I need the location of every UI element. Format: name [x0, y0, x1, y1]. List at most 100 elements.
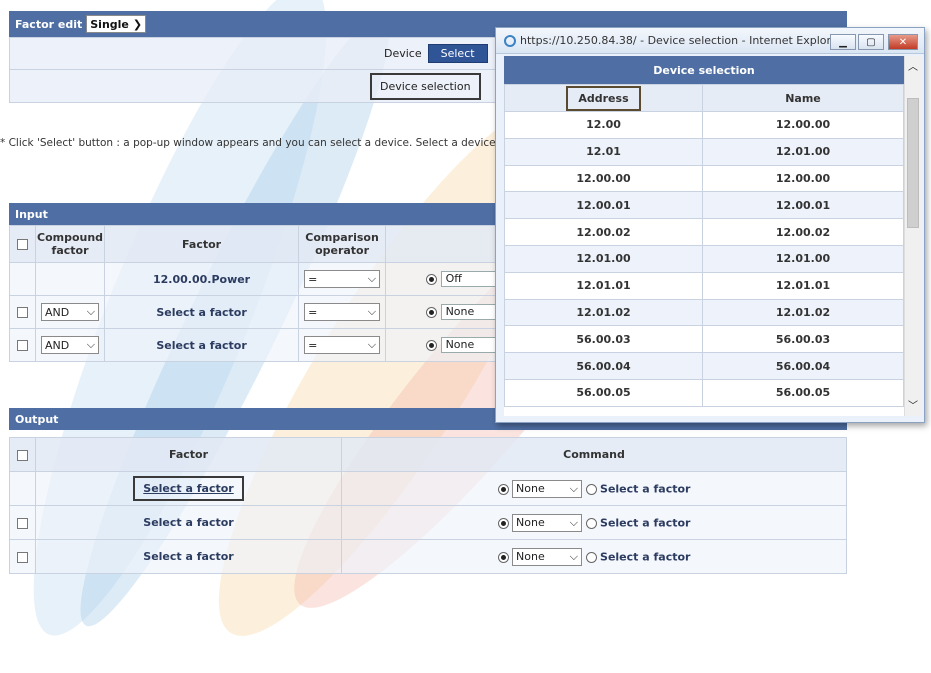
- chevron-down-icon: ⌵: [367, 338, 377, 351]
- row-checkbox[interactable]: [17, 307, 28, 318]
- row-checkbox[interactable]: [17, 551, 28, 563]
- command-select[interactable]: None ⌵: [512, 479, 583, 498]
- value-select[interactable]: None: [440, 304, 501, 320]
- command-factor-radio[interactable]: [585, 483, 597, 495]
- command-select[interactable]: None ⌵: [512, 513, 583, 532]
- command-factor-link[interactable]: Select a factor: [600, 482, 690, 495]
- command-factor-radio[interactable]: [585, 517, 597, 529]
- select-all-checkbox[interactable]: [17, 239, 28, 250]
- table-row: Select a factor None ⌵ Select a factor: [9, 505, 847, 540]
- value-select[interactable]: Off: [440, 271, 501, 287]
- factor-value[interactable]: 12.00.00.Power: [104, 262, 300, 296]
- command-factor-link[interactable]: Select a factor: [600, 516, 690, 529]
- factor-edit-mode-value: Single: [90, 17, 129, 31]
- device-address[interactable]: 12.01.02: [504, 298, 703, 327]
- close-icon[interactable]: ✕: [888, 34, 918, 50]
- scrollbar-thumb[interactable]: [907, 98, 919, 228]
- row-checkbox[interactable]: [17, 340, 28, 351]
- device-address[interactable]: 12.00.01: [504, 191, 703, 220]
- device-name[interactable]: 12.00.01: [702, 191, 904, 220]
- device-address[interactable]: 12.01: [504, 137, 703, 166]
- operator-select[interactable]: = ⌵: [304, 336, 381, 354]
- minimize-icon[interactable]: ▁: [830, 34, 856, 50]
- value-radio[interactable]: [426, 339, 438, 351]
- operator-select[interactable]: = ⌵: [304, 303, 381, 321]
- device-address[interactable]: 12.00: [504, 111, 703, 139]
- chevron-down-icon[interactable]: ﹀: [908, 397, 918, 412]
- row-checkbox[interactable]: [17, 517, 28, 529]
- device-address[interactable]: 12.00.00: [504, 164, 703, 193]
- chevron-down-icon: ❯: [132, 17, 143, 31]
- table-row: Select a factor None ⌵ Select a factor: [9, 471, 847, 506]
- instruction-text: * Click 'Select' button : a pop-up windo…: [0, 137, 500, 149]
- select-factor-link[interactable]: Select a factor: [35, 505, 342, 540]
- factor-edit-mode-select[interactable]: Single ❯: [86, 15, 147, 33]
- operator-select[interactable]: = ⌵: [304, 270, 381, 288]
- select-all-checkbox[interactable]: [17, 449, 28, 461]
- table-row[interactable]: 12.00.01 12.00.01: [504, 191, 904, 220]
- device-selection-popup: https://10.250.84.38/ - Device selection…: [495, 27, 925, 423]
- table-row[interactable]: 12.00.00 12.00.00: [504, 164, 904, 193]
- command-select[interactable]: None ⌵: [512, 547, 583, 566]
- compound-select[interactable]: AND ⌵: [41, 336, 100, 354]
- device-name[interactable]: 12.01.00: [702, 244, 904, 273]
- device-name[interactable]: 12.01.01: [702, 271, 904, 300]
- select-factor-link[interactable]: Select a factor: [104, 295, 300, 329]
- table-row[interactable]: 12.01.02 12.01.02: [504, 298, 904, 327]
- table-row: Select a factor None ⌵ Select a factor: [9, 539, 847, 574]
- table-row[interactable]: 56.00.03 56.00.03: [504, 325, 904, 354]
- select-factor-link[interactable]: Select a factor: [133, 476, 244, 501]
- device-name[interactable]: 56.00.05: [702, 378, 904, 407]
- chevron-down-icon: ⌵: [367, 305, 377, 318]
- device-name[interactable]: 12.00.02: [702, 218, 904, 246]
- select-factor-link[interactable]: Select a factor: [35, 539, 342, 574]
- device-address[interactable]: 56.00.03: [504, 325, 703, 354]
- table-row[interactable]: 12.00.02 12.00.02: [504, 218, 904, 246]
- device-name[interactable]: 12.00.00: [702, 111, 904, 139]
- output-header-row: Factor Command: [9, 437, 847, 472]
- command-radio[interactable]: [497, 551, 509, 563]
- table-row[interactable]: 12.01.01 12.01.01: [504, 271, 904, 300]
- output-table: Factor Command Select a factor None ⌵ Sel…: [9, 437, 847, 574]
- compound-select[interactable]: AND ⌵: [41, 303, 100, 321]
- chevron-down-icon: ⌵: [569, 515, 579, 529]
- name-header: Name: [702, 84, 904, 112]
- value-select[interactable]: None: [440, 337, 501, 353]
- table-row[interactable]: 12.00 12.00.00: [504, 111, 904, 139]
- device-name[interactable]: 56.00.03: [702, 325, 904, 354]
- popup-scrollbar[interactable]: ︿ ﹀: [904, 56, 921, 416]
- device-name[interactable]: 12.00.00: [702, 164, 904, 193]
- maximize-icon[interactable]: ▢: [858, 34, 884, 50]
- device-address[interactable]: 56.00.04: [504, 352, 703, 380]
- popup-window-title: https://10.250.84.38/ - Device selection…: [520, 34, 843, 47]
- device-address[interactable]: 12.01.00: [504, 244, 703, 273]
- select-factor-link[interactable]: Select a factor: [104, 328, 300, 362]
- popup-content: Device selection Address Name 12.00 12.00…: [504, 56, 904, 416]
- factor-header: Factor: [104, 225, 300, 263]
- device-name[interactable]: 56.00.04: [702, 352, 904, 380]
- table-row[interactable]: 12.01 12.01.00: [504, 137, 904, 166]
- device-name[interactable]: 12.01.02: [702, 298, 904, 327]
- command-factor-link[interactable]: Select a factor: [600, 550, 690, 563]
- device-label: Device: [384, 47, 422, 60]
- device-selection-link[interactable]: Device selection: [370, 72, 481, 100]
- value-radio[interactable]: [426, 273, 438, 285]
- factor-header: Factor: [35, 437, 342, 472]
- device-select-button[interactable]: Select: [427, 44, 488, 63]
- device-name[interactable]: 12.01.00: [702, 137, 904, 166]
- command-factor-radio[interactable]: [585, 551, 597, 563]
- address-header: Address: [566, 85, 641, 111]
- device-header-row: Address Name: [504, 84, 904, 112]
- table-row[interactable]: 56.00.04 56.00.04: [504, 352, 904, 380]
- value-radio[interactable]: [426, 306, 438, 318]
- command-radio[interactable]: [497, 483, 509, 495]
- device-address[interactable]: 12.00.02: [504, 218, 703, 246]
- device-address[interactable]: 12.01.01: [504, 271, 703, 300]
- table-row[interactable]: 56.00.05 56.00.05: [504, 378, 904, 407]
- device-address[interactable]: 56.00.05: [504, 378, 703, 407]
- command-header: Command: [341, 437, 847, 472]
- command-radio[interactable]: [497, 517, 509, 529]
- output-section: Output Factor Command Select a factor No…: [9, 408, 847, 574]
- table-row[interactable]: 12.01.00 12.01.00: [504, 244, 904, 273]
- chevron-up-icon[interactable]: ︿: [908, 58, 918, 73]
